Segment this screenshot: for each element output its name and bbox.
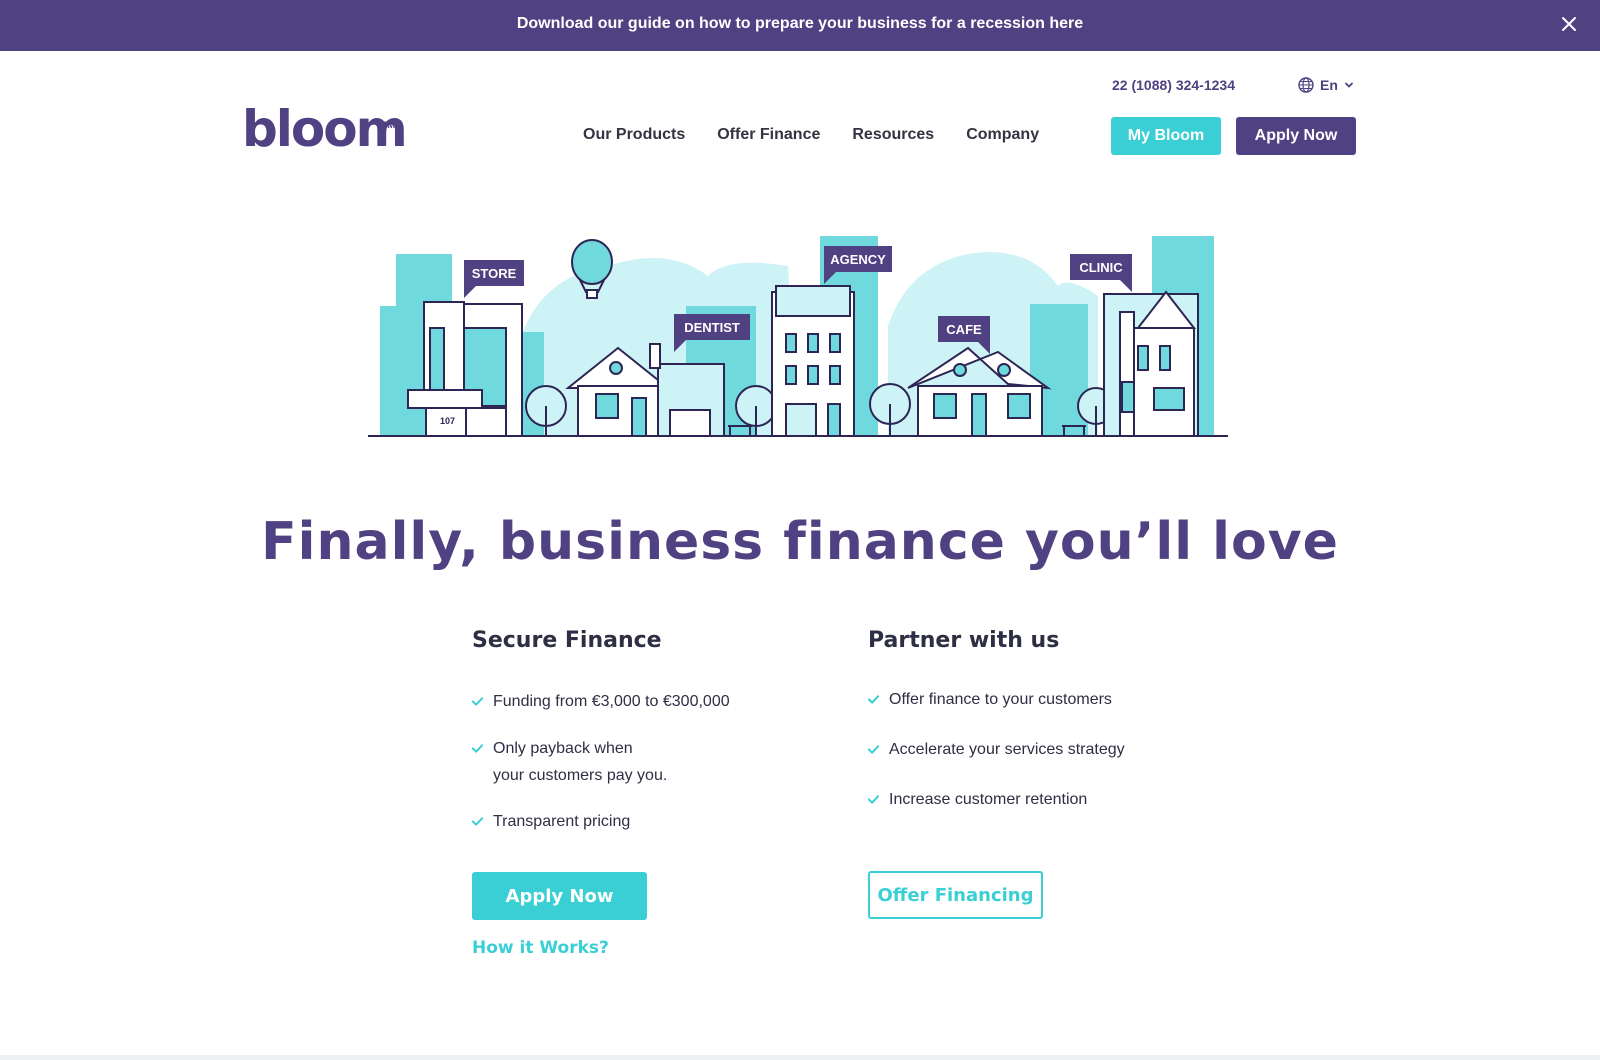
feature-item: Offer finance to your customers	[868, 686, 1112, 713]
nav-resources[interactable]: Resources	[852, 126, 934, 144]
bloom-logo[interactable]: bloom TM	[242, 104, 408, 154]
feature-item: Increase customer retention	[868, 786, 1087, 813]
globe-icon	[1298, 77, 1314, 93]
how-it-works-link[interactable]: How it Works?	[472, 938, 609, 958]
nav-company[interactable]: Company	[966, 126, 1039, 144]
offer-financing-button[interactable]: Offer Financing	[868, 871, 1043, 919]
check-icon	[472, 744, 483, 753]
language-label: En	[1320, 77, 1338, 93]
footer-divider	[0, 1055, 1600, 1060]
close-icon[interactable]	[1560, 15, 1578, 33]
main-nav: Our Products Offer Finance Resources Com…	[583, 126, 1039, 144]
feature-text-line2: your customers pay you.	[493, 767, 668, 784]
label-clinic-text: CLINIC	[1079, 260, 1123, 275]
label-store: STORE	[464, 260, 524, 298]
nav-offer-finance[interactable]: Offer Finance	[717, 126, 820, 144]
feature-text: Offer finance to your customers	[889, 691, 1112, 708]
feature-item: Transparent pricing	[472, 808, 630, 835]
feature-text: Transparent pricing	[493, 813, 631, 830]
partner-heading: Partner with us	[868, 628, 1060, 653]
label-store-text: STORE	[472, 266, 517, 281]
bg-tower	[380, 306, 410, 436]
language-selector[interactable]: En	[1298, 77, 1354, 93]
agency-building	[771, 285, 855, 437]
feature-item: Accelerate your services strategy	[868, 736, 1125, 763]
label-cafe-text: CAFE	[946, 322, 982, 337]
banner-link[interactable]: Download our guide on how to prepare you…	[0, 15, 1600, 33]
secure-finance-heading: Secure Finance	[472, 628, 662, 653]
phone-number[interactable]: 22 (1088) 324-1234	[1112, 77, 1235, 93]
check-icon	[472, 697, 483, 706]
clinic-house	[1103, 290, 1199, 437]
hero-title: Finally, business finance you’ll love	[261, 512, 1339, 572]
announcement-banner: Download our guide on how to prepare you…	[0, 0, 1600, 51]
feature-text: Accelerate your services strategy	[889, 741, 1125, 758]
store-building	[407, 301, 523, 437]
nav-our-products[interactable]: Our Products	[583, 126, 685, 144]
feature-text: Funding from €3,000 to €300,000	[493, 693, 730, 710]
house-number: 107	[440, 416, 455, 426]
check-icon	[868, 695, 879, 704]
partner-column: Partner with us	[868, 628, 1228, 653]
check-icon	[868, 745, 879, 754]
apply-now-header-button[interactable]: Apply Now	[1236, 117, 1356, 155]
feature-item: Funding from €3,000 to €300,000	[472, 688, 730, 715]
my-bloom-button[interactable]: My Bloom	[1111, 117, 1221, 155]
street-illustration: 107 STORE DENTIST AGENCY CAFE CLINIC	[368, 236, 1228, 437]
label-dentist-text: DENTIST	[684, 320, 740, 335]
label-agency-text: AGENCY	[830, 252, 886, 267]
chevron-down-icon	[1344, 82, 1353, 88]
feature-text: Only payback when	[493, 740, 633, 757]
feature-text: Increase customer retention	[889, 791, 1088, 808]
secure-finance-column: Secure Finance	[472, 628, 812, 653]
apply-now-button[interactable]: Apply Now	[472, 872, 647, 920]
check-icon	[472, 817, 483, 826]
check-icon	[868, 795, 879, 804]
feature-item: Only payback when your customers pay you…	[472, 735, 667, 789]
logo-trademark: TM	[382, 120, 395, 130]
